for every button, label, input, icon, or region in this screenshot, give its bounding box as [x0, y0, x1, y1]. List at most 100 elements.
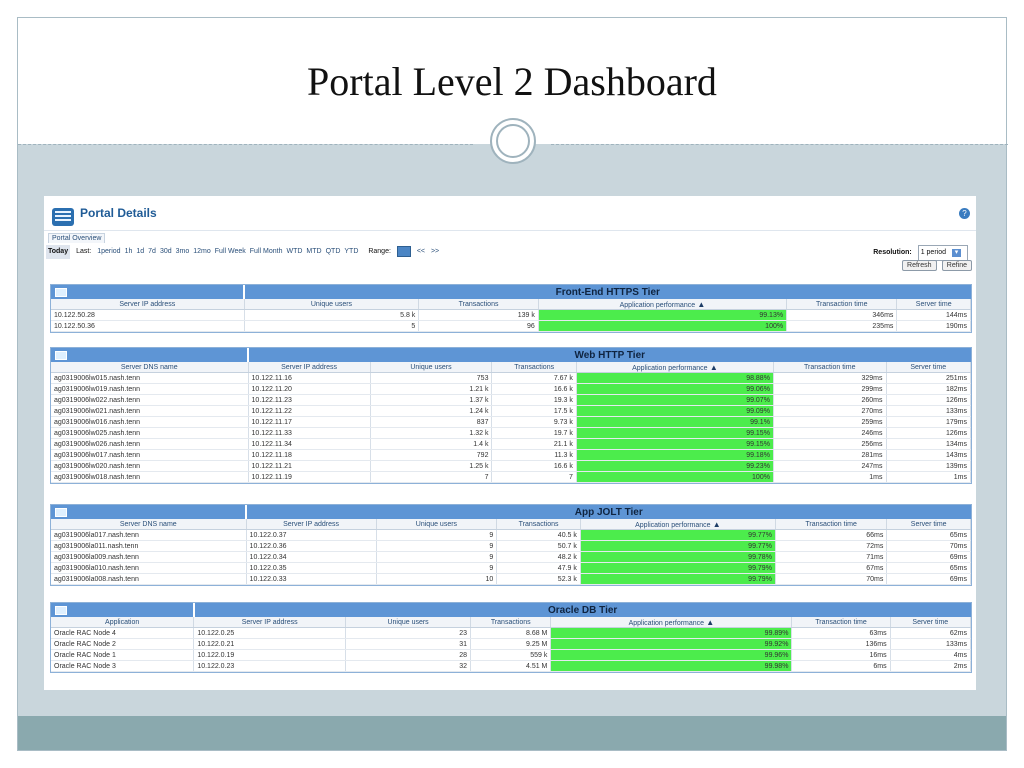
- table-row[interactable]: Oracle RAC Node 3 10.122.0.23 32 4.51 M 99.9…: [51, 660, 972, 672]
- table-cell: 246ms: [773, 427, 887, 439]
- column-header[interactable]: Server time: [886, 519, 971, 530]
- time-link[interactable]: 1d: [136, 248, 144, 255]
- column-header[interactable]: Transaction time: [786, 299, 898, 310]
- column-header[interactable]: Server time: [896, 299, 971, 310]
- column-header[interactable]: Application performance ▲: [580, 519, 776, 530]
- column-header[interactable]: Transactions: [470, 617, 552, 628]
- table-cell: 99.1%: [576, 416, 774, 428]
- table-cell: 10.122.0.19: [193, 649, 347, 661]
- prev-period-link[interactable]: <<: [417, 248, 425, 255]
- time-link[interactable]: 3mo: [176, 248, 190, 255]
- time-link[interactable]: Full Month: [250, 248, 283, 255]
- column-header[interactable]: Server IP address: [246, 519, 377, 530]
- table-cell: 10.122.0.36: [246, 540, 377, 552]
- tier-icon-cell: [51, 603, 195, 617]
- table-cell: 66ms: [775, 529, 888, 541]
- table-cell: ag0319006lw022.nash.tenn: [51, 394, 249, 406]
- column-header[interactable]: Unique users: [376, 519, 498, 530]
- table-cell: ag0319006lw016.nash.tenn: [51, 416, 249, 428]
- resolution-control: Resolution: 1 period ▾: [873, 245, 972, 261]
- tier-table: App JOLT Tier Server DNS name Server IP ad…: [51, 505, 971, 585]
- time-link[interactable]: 1period: [97, 248, 120, 255]
- table-row[interactable]: Oracle RAC Node 2 10.122.0.21 31 9.25 M 99.9…: [51, 638, 972, 650]
- table-row[interactable]: ag0319006lw026.nash.tenn 10.122.11.34 1.4 …: [51, 438, 972, 450]
- column-header[interactable]: Transaction time: [791, 617, 891, 628]
- column-header[interactable]: Transactions: [418, 299, 539, 310]
- time-link[interactable]: 1h: [125, 248, 133, 255]
- column-header[interactable]: Server DNS name: [51, 362, 249, 373]
- time-link[interactable]: 12mo: [193, 248, 211, 255]
- column-header[interactable]: Application performance ▲: [538, 299, 788, 310]
- next-period-link[interactable]: >>: [431, 248, 439, 255]
- table-row[interactable]: ag0319006lw015.nash.tenn 10.122.11.16 753 7…: [51, 372, 972, 384]
- time-link[interactable]: Full Week: [215, 248, 246, 255]
- table-cell: 9: [376, 562, 498, 574]
- table-row[interactable]: ag0319006lw018.nash.tenn 10.122.11.19 7 7 10…: [51, 471, 972, 483]
- tier-panel: App JOLT Tier Server DNS name Server IP ad…: [50, 504, 972, 586]
- refresh-button[interactable]: Refresh: [902, 260, 937, 271]
- column-header[interactable]: Unique users: [370, 362, 493, 373]
- table-cell: 10.122.0.34: [246, 551, 377, 563]
- table-cell: 16.6 k: [491, 383, 577, 395]
- table-cell: ag0319006lw020.nash.tenn: [51, 460, 249, 472]
- table-cell: ag0319006lw017.nash.tenn: [51, 449, 249, 461]
- table-cell: 99.78%: [580, 551, 776, 563]
- column-header[interactable]: Unique users: [244, 299, 420, 310]
- column-header[interactable]: Transactions: [491, 362, 577, 373]
- table-cell: 2ms: [890, 660, 972, 672]
- table-row[interactable]: Oracle RAC Node 1 10.122.0.19 28 559 k 99.96…: [51, 649, 972, 661]
- today-link[interactable]: Today: [46, 245, 71, 259]
- time-link[interactable]: MTD: [306, 248, 321, 255]
- tier-name: Oracle DB Tier: [548, 604, 618, 616]
- table-cell: 99.92%: [550, 638, 793, 650]
- column-header[interactable]: Transaction time: [775, 519, 888, 530]
- column-header[interactable]: Unique users: [345, 617, 472, 628]
- column-header[interactable]: Server IP address: [193, 617, 347, 628]
- time-link[interactable]: 7d: [148, 248, 156, 255]
- table-row[interactable]: Oracle RAC Node 4 10.122.0.25 23 8.68 M 99.8…: [51, 627, 972, 639]
- calendar-icon[interactable]: [396, 245, 411, 257]
- table-cell: 50.7 k: [496, 540, 581, 552]
- column-header[interactable]: Transaction time: [773, 362, 887, 373]
- column-header[interactable]: Transactions: [496, 519, 581, 530]
- table-row[interactable]: ag0319006lw025.nash.tenn 10.122.11.33 1.32…: [51, 427, 972, 439]
- table-cell: 143ms: [886, 449, 972, 461]
- time-link[interactable]: 30d: [160, 248, 172, 255]
- table-cell: 8.68 M: [470, 627, 552, 639]
- time-link[interactable]: QTD: [326, 248, 341, 255]
- table-cell: 256ms: [773, 438, 887, 450]
- time-link[interactable]: YTD: [344, 248, 358, 255]
- resolution-select[interactable]: 1 period ▾: [917, 245, 968, 261]
- table-cell: 837: [370, 416, 493, 428]
- column-header[interactable]: Server time: [890, 617, 972, 628]
- table-row[interactable]: 10.122.50.36 5 96 100% 235ms 190ms: [51, 320, 971, 332]
- table-row[interactable]: ag0319006lw020.nash.tenn 10.122.11.21 1.25…: [51, 460, 972, 472]
- table-row[interactable]: ag0319006lw019.nash.tenn 10.122.11.20 1.21…: [51, 383, 972, 395]
- column-header[interactable]: Application performance ▲: [576, 362, 774, 373]
- table-row[interactable]: ag0319006lw016.nash.tenn 10.122.11.17 837 9…: [51, 416, 972, 428]
- table-row[interactable]: ag0319006lw022.nash.tenn 10.122.11.23 1.37…: [51, 394, 972, 406]
- column-header[interactable]: Server DNS name: [51, 519, 247, 530]
- time-link[interactable]: WTD: [286, 248, 302, 255]
- column-header[interactable]: Server IP address: [51, 299, 245, 310]
- tab-portal-overview[interactable]: Portal Overview: [48, 233, 106, 243]
- table-row[interactable]: ag0319006la010.nash.tenn 10.122.0.35 9 47.9…: [51, 562, 971, 574]
- table-row[interactable]: ag0319006la011.nash.tenn 10.122.0.36 9 50.7…: [51, 540, 971, 552]
- table-cell: 9.73 k: [491, 416, 577, 428]
- table-row[interactable]: ag0319006lw021.nash.tenn 10.122.11.22 1.24…: [51, 405, 972, 417]
- table-row[interactable]: ag0319006la017.nash.tenn 10.122.0.37 9 40.5…: [51, 529, 971, 541]
- table-row[interactable]: ag0319006la008.nash.tenn 10.122.0.33 10 52.…: [51, 573, 971, 585]
- range-label: Range:: [368, 248, 391, 255]
- refine-button[interactable]: Refine: [941, 260, 972, 271]
- help-icon[interactable]: ?: [959, 208, 970, 219]
- table-row[interactable]: 10.122.50.28 5.8 k 139 k 99.13% 346ms 144ms: [51, 309, 971, 321]
- table-row[interactable]: ag0319006lw017.nash.tenn 10.122.11.18 792 1…: [51, 449, 972, 461]
- column-header[interactable]: Server IP address: [248, 362, 371, 373]
- column-header[interactable]: Application: [51, 617, 195, 628]
- table-cell: 16ms: [791, 649, 891, 661]
- table-cell: 139ms: [886, 460, 972, 472]
- table-row[interactable]: ag0319006la009.nash.tenn 10.122.0.34 9 48.2…: [51, 551, 971, 563]
- column-header[interactable]: Server time: [886, 362, 972, 373]
- table-cell: 99.89%: [550, 627, 793, 639]
- column-header[interactable]: Application performance ▲: [550, 617, 793, 628]
